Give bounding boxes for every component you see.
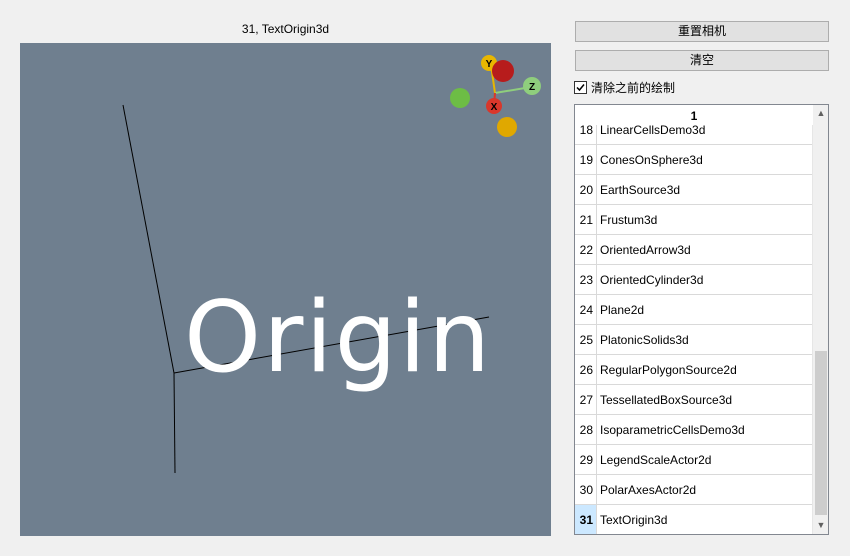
y-axis-label: Y	[486, 59, 493, 70]
list-item-number: 20	[575, 175, 597, 204]
top-sphere	[492, 60, 514, 82]
list-item[interactable]: 23 OrientedCylinder3d	[575, 265, 813, 295]
checkmark-icon	[576, 83, 585, 91]
list-item-number: 23	[575, 265, 597, 294]
list-item-name: IsoparametricCellsDemo3d	[600, 423, 745, 437]
x-axis-label: X	[491, 102, 498, 113]
list-item-name: OrientedArrow3d	[600, 243, 691, 257]
clear-previous-checkbox[interactable]	[574, 80, 587, 94]
list-item-number: 25	[575, 325, 597, 354]
list-item-number: 24	[575, 295, 597, 324]
list-item-number: 31	[575, 505, 597, 534]
example-list-rows: 18 LinearCellsDemo3d 19 ConesOnSphere3d 20 Ea…	[575, 115, 813, 534]
viewport-title: 31, TextOrigin3d	[241, 22, 330, 36]
list-item[interactable]: 25 PlatonicSolids3d	[575, 325, 813, 355]
list-item-number: 30	[575, 475, 597, 504]
list-item-number: 19	[575, 145, 597, 174]
list-item-name: TextOrigin3d	[597, 505, 813, 534]
left-sphere	[450, 88, 470, 108]
reset-camera-button[interactable]: 重置相机	[575, 21, 829, 42]
orientation-widget[interactable]: Y Z X	[20, 43, 551, 536]
list-item[interactable]: 27 TessellatedBoxSource3d	[575, 385, 813, 415]
list-item-name: PolarAxesActor2d	[600, 483, 697, 497]
example-list[interactable]: 18 LinearCellsDemo3d 19 ConesOnSphere3d 20 Ea…	[574, 104, 829, 535]
z-axis-label: Z	[529, 82, 535, 93]
list-item[interactable]: 29 LegendScaleActor2d	[575, 445, 813, 475]
list-item-number: 29	[575, 445, 597, 474]
list-item-name: Plane2d	[600, 303, 645, 317]
list-item-number: 28	[575, 415, 597, 444]
list-item[interactable]: 21 Frustum3d	[575, 205, 813, 235]
list-item-name: RegularPolygonSource2d	[600, 363, 737, 377]
list-item-name: LegendScaleActor2d	[600, 453, 712, 467]
app-window: 31, TextOrigin3d Origin Y Z X 重置相机 清空 清除…	[0, 0, 850, 556]
list-item[interactable]: 22 OrientedArrow3d	[575, 235, 813, 265]
list-item-name: EarthSource3d	[600, 183, 681, 197]
list-item[interactable]: 24 Plane2d	[575, 295, 813, 325]
list-item-name: ConesOnSphere3d	[600, 153, 703, 167]
list-scrollbar[interactable]: ▲ ▼	[812, 105, 828, 534]
list-item[interactable]: 30 PolarAxesActor2d	[575, 475, 813, 505]
list-item-number: 26	[575, 355, 597, 384]
scroll-up-icon[interactable]: ▲	[813, 105, 828, 122]
list-item[interactable]: 20 EarthSource3d	[575, 175, 813, 205]
list-item-name: PlatonicSolids3d	[600, 333, 689, 347]
list-item[interactable]: 26 RegularPolygonSource2d	[575, 355, 813, 385]
list-item[interactable]: 19 ConesOnSphere3d	[575, 145, 813, 175]
clear-previous-label: 清除之前的绘制	[591, 80, 676, 95]
bottom-sphere	[497, 117, 517, 137]
scroll-down-icon[interactable]: ▼	[813, 517, 828, 534]
list-item[interactable]: 28 IsoparametricCellsDemo3d	[575, 415, 813, 445]
list-item-name: TessellatedBoxSource3d	[600, 393, 733, 407]
list-header[interactable]: 1	[575, 105, 813, 125]
list-item-name: OrientedCylinder3d	[600, 273, 704, 287]
list-item-number: 22	[575, 235, 597, 264]
list-item-number: 21	[575, 205, 597, 234]
list-item-number: 27	[575, 385, 597, 414]
clear-previous-checkbox-row[interactable]: 清除之前的绘制	[574, 79, 675, 95]
list-item-name: Frustum3d	[600, 213, 658, 227]
clear-button[interactable]: 清空	[575, 50, 829, 71]
scrollbar-thumb[interactable]	[815, 351, 827, 515]
render-viewport[interactable]: Origin Y Z X	[20, 43, 551, 536]
list-item[interactable]: 31 TextOrigin3d	[575, 505, 813, 534]
